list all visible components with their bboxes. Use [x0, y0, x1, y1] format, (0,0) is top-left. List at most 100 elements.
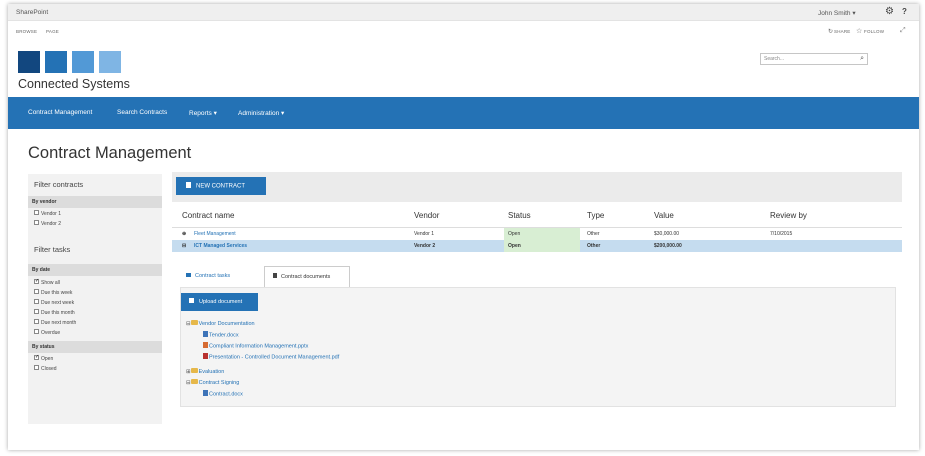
- folder-icon: [190, 368, 198, 374]
- gear-icon[interactable]: ⚙: [885, 6, 894, 17]
- cell-status: Open: [508, 231, 521, 237]
- tree-file-compliant[interactable]: Compliant Information Management.pptx: [203, 342, 308, 349]
- table-row[interactable]: ⊕ Fleet Management Vendor 1 Open Other $…: [172, 227, 902, 240]
- tree-folder-contract-signing[interactable]: ⊟ Contract Signing: [186, 379, 240, 386]
- col-header-value[interactable]: Value: [654, 211, 674, 220]
- filter-option-label: Vendor 1: [41, 211, 62, 217]
- cell-review-by: 7/10/2015: [770, 231, 793, 237]
- checkbox[interactable]: [34, 309, 39, 315]
- main-content: NEW CONTRACT Contract name Vendor Status…: [172, 172, 902, 412]
- filter-tasks-heading: Filter tasks: [34, 245, 71, 254]
- site-name[interactable]: Connected Systems: [18, 77, 130, 91]
- contract-name-link[interactable]: Fleet Management: [194, 231, 236, 237]
- checkbox[interactable]: [34, 210, 39, 216]
- filter-due-next-week[interactable]: Due next week: [34, 299, 75, 306]
- col-header-contract-name[interactable]: Contract name: [182, 211, 234, 220]
- search-input[interactable]: Search... ⌕: [760, 53, 868, 65]
- upload-label: Upload document: [199, 299, 243, 305]
- checkbox-checked[interactable]: ✓: [34, 279, 39, 285]
- powerpoint-icon: [203, 342, 208, 348]
- share-button[interactable]: SHARE: [834, 29, 851, 34]
- contract-name-link[interactable]: ICT Managed Services: [194, 243, 247, 249]
- tree-label: Contract Signing: [198, 380, 240, 386]
- filter-contracts-heading: Filter contracts: [34, 180, 84, 189]
- contracts-toolbar: NEW CONTRACT: [172, 172, 902, 202]
- cell-type: Other: [587, 231, 600, 237]
- help-icon[interactable]: ?: [902, 7, 907, 16]
- focus-icon[interactable]: ⤢: [900, 27, 906, 35]
- cell-value: $200,000.00: [654, 243, 682, 249]
- documents-panel: Upload document ⊟ Vendor Documentation Te…: [180, 287, 896, 407]
- search-icon[interactable]: ⌕: [860, 55, 864, 63]
- filter-option-label: Due this month: [41, 310, 75, 316]
- cell-value: $30,000.00: [654, 231, 680, 237]
- folder-icon: [190, 379, 198, 385]
- tab-contract-documents[interactable]: Contract documents: [264, 266, 350, 287]
- checkbox[interactable]: [34, 289, 39, 295]
- tree-folder-vendor-documentation[interactable]: ⊟ Vendor Documentation: [186, 320, 255, 327]
- collapse-icon[interactable]: ⊟: [182, 243, 186, 249]
- cell-vendor: Vendor 1: [414, 231, 435, 237]
- collapse-icon[interactable]: ⊟: [186, 380, 191, 386]
- col-header-type[interactable]: Type: [587, 211, 604, 220]
- logo-square-1: [18, 51, 40, 73]
- filter-vendor-1[interactable]: Vendor 1: [34, 210, 62, 217]
- detail-tabs: Contract tasks Contract documents: [178, 266, 902, 288]
- nav-search-contracts[interactable]: Search Contracts: [117, 109, 167, 116]
- upload-document-button[interactable]: Upload document: [181, 293, 258, 311]
- tab-contract-tasks[interactable]: Contract tasks: [178, 266, 256, 286]
- tree-file-tender[interactable]: Tender.docx: [203, 331, 239, 339]
- filter-status-closed[interactable]: Closed: [34, 365, 57, 372]
- tree-label: Presentation - Controlled Document Manag…: [209, 354, 340, 361]
- filter-due-this-month[interactable]: Due this month: [34, 309, 75, 316]
- tree-label: Tender.docx: [209, 332, 239, 339]
- tree-folder-evaluation[interactable]: ⊞ Evaluation: [186, 368, 224, 375]
- nav-contract-management[interactable]: Contract Management: [28, 109, 92, 116]
- user-menu[interactable]: John Smith ▾: [818, 9, 856, 17]
- filter-show-all[interactable]: ✓ Show all: [34, 279, 60, 286]
- col-header-vendor[interactable]: Vendor: [414, 211, 439, 220]
- search-placeholder: Search...: [764, 56, 785, 62]
- table-row-selected[interactable]: ⊟ ICT Managed Services Vendor 2 Open Oth…: [172, 240, 902, 252]
- filter-vendor-2[interactable]: Vendor 2: [34, 220, 62, 227]
- filter-option-label: Due next week: [41, 300, 75, 306]
- new-contract-button[interactable]: NEW CONTRACT: [176, 177, 266, 195]
- logo-square-2: [45, 51, 67, 73]
- checkbox[interactable]: [34, 329, 39, 335]
- ribbon-tabs: BROWSE PAGE ↻ SHARE ☆ FOLLOW ⤢: [8, 26, 919, 38]
- checkbox[interactable]: [34, 365, 39, 371]
- tab-browse[interactable]: BROWSE: [16, 29, 37, 34]
- tree-file-presentation[interactable]: Presentation - Controlled Document Manag…: [203, 353, 340, 361]
- tree-file-contract[interactable]: Contract.docx: [203, 390, 243, 398]
- filter-due-this-week[interactable]: Due this week: [34, 289, 72, 296]
- filter-option-label: Vendor 2: [41, 221, 62, 227]
- col-header-review-by[interactable]: Review by: [770, 211, 807, 220]
- tree-label: Vendor Documentation: [198, 321, 255, 327]
- checkbox-checked[interactable]: ✓: [34, 355, 39, 361]
- collapse-icon[interactable]: ⊟: [186, 321, 191, 327]
- cell-type: Other: [587, 243, 601, 249]
- document-icon: [273, 273, 277, 279]
- follow-button[interactable]: FOLLOW: [864, 29, 884, 34]
- by-vendor-header: By vendor: [28, 196, 162, 208]
- expand-icon[interactable]: ⊕: [182, 231, 186, 237]
- upload-icon: [189, 298, 194, 304]
- cell-vendor: Vendor 2: [414, 243, 436, 249]
- nav-reports[interactable]: Reports ▾: [189, 109, 217, 117]
- filter-panel: Filter contracts By vendor Vendor 1 Vend…: [28, 174, 162, 424]
- nav-administration[interactable]: Administration ▾: [238, 109, 284, 117]
- checkbox[interactable]: [34, 299, 39, 305]
- tab-page[interactable]: PAGE: [46, 29, 59, 34]
- tree-label: Contract.docx: [209, 391, 243, 398]
- checkbox[interactable]: [34, 220, 39, 226]
- word-doc-icon: [203, 390, 208, 396]
- filter-overdue[interactable]: Overdue: [34, 329, 60, 336]
- col-header-status[interactable]: Status: [508, 211, 531, 220]
- filter-due-next-month[interactable]: Due next month: [34, 319, 76, 326]
- document-icon: [186, 182, 191, 188]
- filter-status-open[interactable]: ✓ Open: [34, 355, 53, 362]
- new-contract-label: NEW CONTRACT: [196, 183, 245, 190]
- suite-brand[interactable]: SharePoint: [16, 9, 48, 16]
- expand-icon[interactable]: ⊞: [186, 369, 191, 375]
- checkbox[interactable]: [34, 319, 39, 325]
